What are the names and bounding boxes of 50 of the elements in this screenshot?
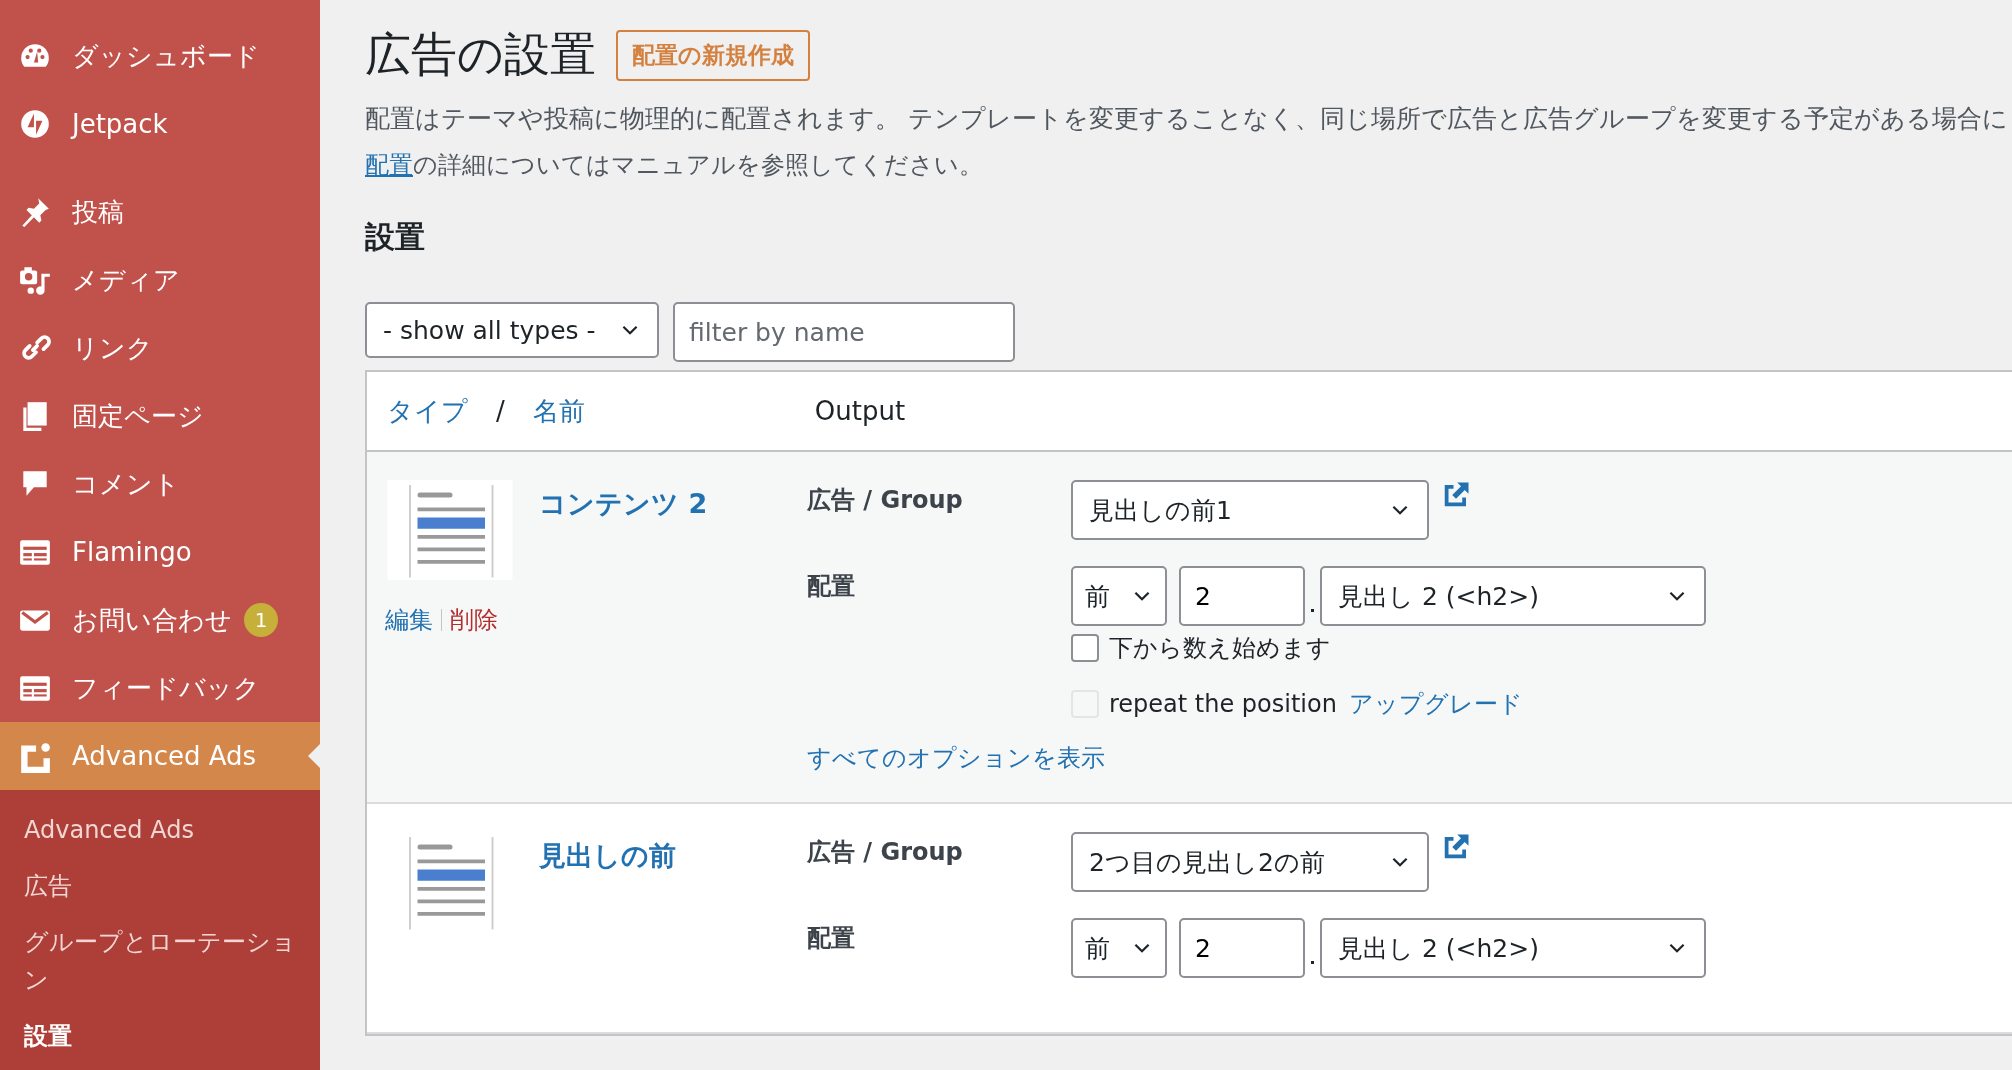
description-text: 配置はテーマや投稿に物理的に配置されます。 テンプレートを変更することなく、同じ場所で広告と広告グループを変更する予定がある場合に	[365, 103, 2009, 135]
submenu-item[interactable]: グループとローテーション	[24, 914, 320, 1008]
name-sort-link[interactable]: 名前	[532, 393, 585, 429]
sidebar-item[interactable]: リンク	[0, 314, 320, 382]
placement-name-link[interactable]: 見出しの前	[539, 838, 676, 874]
show-options-link[interactable]: すべてのオプションを表示	[807, 742, 1105, 774]
sidebar-item[interactable]: Advanced Ads	[0, 722, 320, 790]
delete-link[interactable]: 削除	[450, 604, 498, 636]
field-label: 配置	[807, 923, 856, 954]
name-filter-field[interactable]: filter by name	[673, 302, 1015, 362]
manual-note: の詳細についてはマニュアルを参照してください。	[413, 151, 983, 179]
count-badge: 1	[244, 603, 278, 637]
index-field[interactable]: 2	[1179, 918, 1305, 978]
submenu-item[interactable]: 広告	[24, 858, 320, 914]
checkbox-label: repeat the position	[1109, 690, 1337, 718]
placement-link[interactable]: 配置	[365, 151, 413, 179]
header-separator: /	[496, 396, 505, 426]
element-select[interactable]: 見出し 2 (<h2>)	[1320, 566, 1706, 626]
sidebar-item[interactable]: お問い合わせ 1	[0, 586, 320, 654]
index-field[interactable]: 2	[1179, 566, 1305, 626]
page-title: 広告の設置	[365, 26, 596, 83]
sidebar-item[interactable]: メディア	[0, 246, 320, 314]
add-new-button[interactable]: 配置の新規作成	[616, 29, 810, 81]
checkbox[interactable]	[1071, 634, 1099, 662]
sidebar-item[interactable]: 固定ページ	[0, 382, 320, 450]
field-label: 広告 / Group	[807, 837, 964, 868]
sidebar-item[interactable]: 投稿	[0, 178, 320, 246]
position-select[interactable]: 前	[1071, 566, 1167, 626]
sidebar-item[interactable]: Jetpack	[0, 90, 320, 158]
type-sort-link[interactable]: タイプ	[387, 393, 468, 429]
position-select[interactable]: 前	[1071, 918, 1167, 978]
bolt-circle-icon	[18, 107, 52, 141]
sidebar-item[interactable]: Flamingo	[0, 518, 320, 586]
submenu-item[interactable]: Advanced Ads	[24, 802, 320, 858]
sidebar-item[interactable]: ダッシュボード	[0, 22, 320, 90]
placement-type-icon	[385, 480, 515, 580]
sidebar-item[interactable]: フィードバック	[0, 654, 320, 722]
ad-select[interactable]: 見出しの前1	[1071, 480, 1429, 540]
edit-link[interactable]: 編集	[385, 604, 433, 636]
field-label: 広告 / Group	[807, 485, 964, 516]
checkbox-label: 下から数え始めます	[1109, 633, 1331, 664]
element-select[interactable]: 見出し 2 (<h2>)	[1320, 918, 1706, 978]
ad-select[interactable]: 2つ目の見出し2の前	[1071, 832, 1429, 892]
section-title: 設置	[365, 218, 426, 256]
field-label: 配置	[807, 571, 856, 602]
column-header: Output	[814, 396, 906, 426]
type-filter-select[interactable]: - show all types -	[365, 302, 659, 358]
submenu-item[interactable]: 設置	[24, 1008, 320, 1064]
placement-name-link[interactable]: コンテンツ 2	[539, 486, 708, 522]
sidebar-item[interactable]: コメント	[0, 450, 320, 518]
